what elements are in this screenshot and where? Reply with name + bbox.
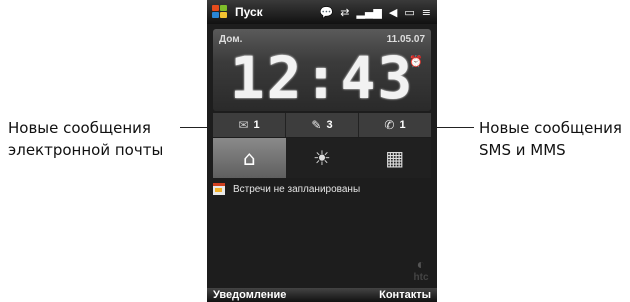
- chat-icon[interactable]: 💬: [320, 6, 334, 19]
- windows-start-icon[interactable]: [211, 4, 229, 20]
- signal-icon[interactable]: ▂▄▆: [357, 6, 382, 19]
- softkey-left[interactable]: Уведомление: [213, 289, 286, 301]
- htc-mark-icon: ◐: [416, 256, 426, 272]
- status-icons: 💬 ⇄ ▂▄▆ ◀︎ ▭ ≡: [320, 6, 431, 19]
- missed-call-count: 1: [399, 119, 406, 131]
- notification-row: ✉ 1 ✎ 3 ✆ 1: [213, 113, 431, 137]
- agenda-item[interactable]: Встречи не запланированы: [207, 180, 437, 198]
- status-bar: Пуск 💬 ⇄ ▂▄▆ ◀︎ ▭ ≡: [207, 0, 437, 24]
- tab-weather[interactable]: ☀: [285, 138, 359, 178]
- sms-callout-line2: SMS и MMS: [479, 141, 566, 159]
- sms-callout-line1: Новые сообщения: [479, 119, 622, 137]
- agenda-text: Встречи не запланированы: [233, 183, 361, 195]
- sms-icon: ✎: [311, 118, 322, 132]
- email-notification[interactable]: ✉ 1: [213, 113, 286, 137]
- tab-home[interactable]: ⌂: [213, 138, 286, 178]
- phone-screen: Пуск 💬 ⇄ ▂▄▆ ◀︎ ▭ ≡ Дом. 11.05.07 12:43 …: [207, 0, 437, 302]
- sms-notification[interactable]: ✎ 3: [286, 113, 359, 137]
- apps-icon: ▦: [385, 146, 405, 170]
- battery-icon[interactable]: ▭: [404, 6, 414, 19]
- clock-time: 12:43: [229, 44, 415, 112]
- email-callout-line1: Новые сообщения: [8, 119, 151, 137]
- home-tabs: ⌂ ☀ ▦: [213, 138, 432, 178]
- weather-icon: ☀: [313, 146, 331, 170]
- clock-panel[interactable]: Дом. 11.05.07 12:43 ⏰: [213, 29, 431, 111]
- sync-icon[interactable]: ⇄: [340, 6, 349, 19]
- htc-logo-text: htc: [413, 272, 429, 283]
- email-callout: Новые сообщения электронной почты: [8, 117, 163, 161]
- softkey-right[interactable]: Контакты: [379, 289, 431, 301]
- home-icon: ⌂: [242, 146, 256, 170]
- calendar-icon: [213, 183, 225, 195]
- missed-call-notification[interactable]: ✆ 1: [359, 113, 431, 137]
- sms-callout: Новые сообщения SMS и MMS: [479, 117, 622, 161]
- menu-icon[interactable]: ≡: [422, 6, 431, 19]
- volume-icon[interactable]: ◀︎: [389, 6, 397, 19]
- missed-call-icon: ✆: [384, 118, 395, 132]
- softkey-bar: Уведомление Контакты: [207, 288, 437, 302]
- tab-apps[interactable]: ▦: [358, 138, 432, 178]
- email-callout-line2: электронной почты: [8, 141, 164, 159]
- email-icon: ✉: [238, 118, 249, 132]
- manual-illustration: Новые сообщения электронной почты Новые …: [0, 0, 630, 302]
- start-label[interactable]: Пуск: [235, 5, 263, 19]
- htc-logo: ◐ htc: [409, 256, 433, 283]
- email-count: 1: [253, 119, 260, 131]
- alarm-icon[interactable]: ⏰: [409, 55, 423, 68]
- sms-count: 3: [326, 119, 333, 131]
